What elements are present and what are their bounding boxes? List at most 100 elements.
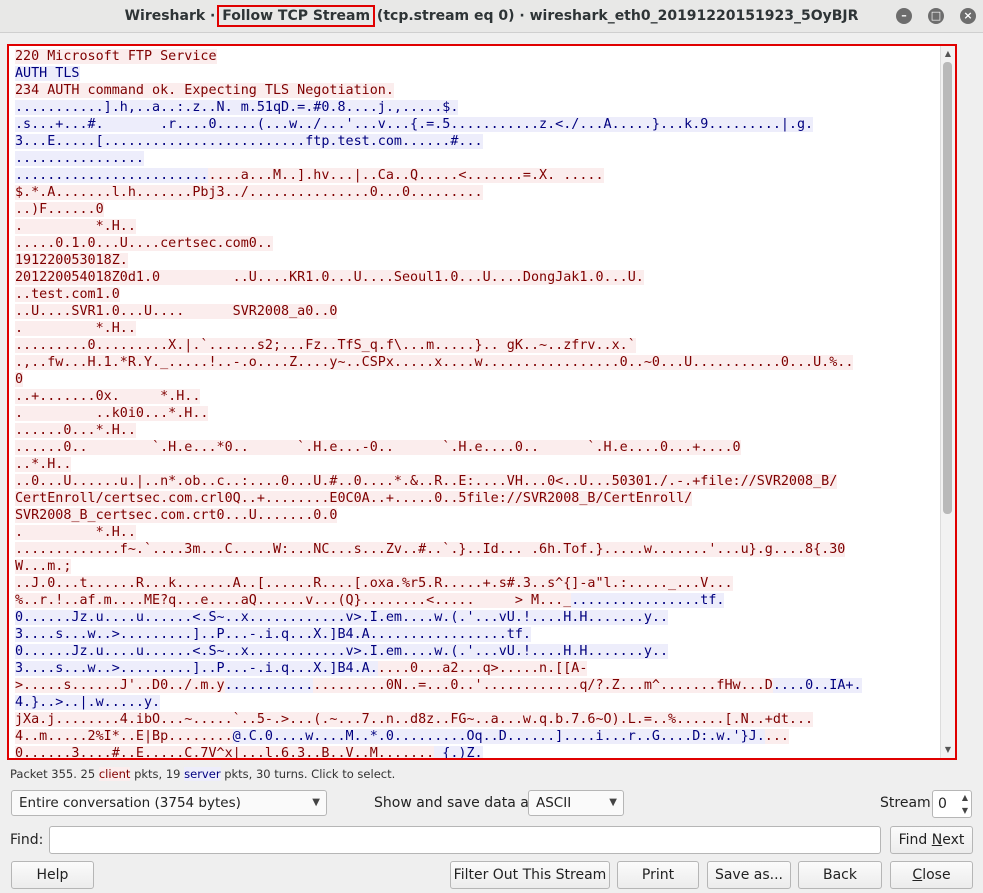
stream-line[interactable]: .....0.1.0...U....certsec.com0.. <box>15 235 937 252</box>
stream-line[interactable]: 0......Jz.u....u......<.S~..x...........… <box>15 609 937 626</box>
client-data-segment: jXa.j........4.ibO...~.....`..5-.>...(.~… <box>15 712 814 727</box>
stream-line[interactable]: %..r.!..af.m....ME?q...e....aQ......v...… <box>15 592 937 609</box>
client-data-segment: SVR2008_B_certsec.com.crt0...U.......0.0 <box>15 508 338 523</box>
stream-line[interactable]: SVR2008_B_certsec.com.crt0...U.......0.0 <box>15 507 937 524</box>
close-button[interactable]: Close <box>890 861 973 889</box>
client-data-segment: CertEnroll/certsec.com.crl0Q..+........E… <box>15 491 693 506</box>
save-as-button[interactable]: Save as... <box>707 861 791 889</box>
show-as-select[interactable]: ASCII ▼ <box>528 790 624 816</box>
stream-line[interactable]: ..U....SVR1.0...U.... SVR2008_a0..0 <box>15 303 937 320</box>
client-data-segment: .....0.1.0...U....certsec.com0.. <box>15 236 273 251</box>
client-data-segment: ..U....SVR1.0...U.... SVR2008_a0..0 <box>15 304 338 319</box>
stream-line[interactable]: 201220054018Z0d1.0 ..U....KR1.0...U....S… <box>15 269 937 286</box>
stream-line[interactable]: 4..m.....2%I*..E|Bp........@.C.0....w...… <box>15 728 937 745</box>
stream-line[interactable]: ................ <box>15 150 937 167</box>
server-data-segment: 3....s...w..>.........]..P...-.i.q...X.]… <box>15 661 378 676</box>
stream-line[interactable]: .,..fw...H.1.*R.Y._.....!..-.o....Z....y… <box>15 354 937 371</box>
filter-out-stream-button[interactable]: Filter Out This Stream <box>450 861 610 889</box>
client-data-segment: ......0.. `.H.e...*0.. `.H.e...-0.. `.H.… <box>15 440 741 455</box>
scroll-up-icon[interactable]: ▲ <box>941 48 955 60</box>
stream-spinbox[interactable]: 0 ▲ ▼ <box>932 790 972 818</box>
packet-info[interactable]: Packet 355. 25 client pkts, 19 server pk… <box>10 767 395 781</box>
stream-line[interactable]: ..+.......0x. *.H.. <box>15 388 937 405</box>
stream-line[interactable]: 234 AUTH command ok. Expecting TLS Negot… <box>15 82 937 99</box>
stream-line[interactable]: 4.}..>..|.w.....y. <box>15 694 937 711</box>
client-data-segment: . *.H.. <box>15 219 136 234</box>
conversation-select-value: Entire conversation (3754 bytes) <box>19 795 241 811</box>
help-button[interactable]: Help <box>11 861 94 889</box>
stream-line[interactable]: 3....s...w..>.........]..P...-.i.q...X.]… <box>15 660 937 677</box>
scroll-thumb[interactable] <box>943 62 952 514</box>
stream-line[interactable]: $.*.A.......l.h.......Pbj3../...........… <box>15 184 937 201</box>
print-button[interactable]: Print <box>617 861 699 889</box>
client-data-segment: ..test.com1.0 <box>15 287 120 302</box>
stream-line[interactable]: 0......Jz.u....u......<.S~..x...........… <box>15 643 937 660</box>
stream-line[interactable]: . *.H.. <box>15 524 937 541</box>
stream-line[interactable]: ..*.H.. <box>15 456 937 473</box>
stream-line[interactable]: jXa.j........4.ibO...~.....`..5-.>...(.~… <box>15 711 937 728</box>
scroll-down-icon[interactable]: ▼ <box>941 744 955 756</box>
stream-line[interactable]: W...m.; <box>15 558 937 575</box>
client-data-segment: 220 Microsoft FTP Service <box>15 49 217 64</box>
stream-line[interactable]: >.....s......J'..D0../.m.y..............… <box>15 677 937 694</box>
stream-line[interactable]: CertEnroll/certsec.com.crl0Q..+........E… <box>15 490 937 507</box>
stream-line[interactable]: ..test.com1.0 <box>15 286 937 303</box>
client-data-segment: ....0...a2...q>.....n.[[A- <box>377 661 588 676</box>
spin-up-icon[interactable]: ▲ <box>962 793 968 802</box>
client-data-segment: $.*.A.......l.h.......Pbj3../...........… <box>15 185 483 200</box>
stream-line[interactable]: ......0.. `.H.e...*0.. `.H.e...-0.. `.H.… <box>15 439 937 456</box>
vertical-scrollbar[interactable]: ▲ ▼ <box>940 46 955 758</box>
client-data-segment: ..+.......0x. *.H.. <box>15 389 201 404</box>
stream-content-pane[interactable]: 220 Microsoft FTP Service AUTH TLS 234 AUT… <box>7 44 957 760</box>
window-title: Wireshark · Follow TCP Stream (tcp.strea… <box>0 0 983 32</box>
find-next-label-pre: Find <box>898 832 932 848</box>
minimize-icon[interactable]: – <box>896 8 912 24</box>
stream-line[interactable]: ......0...*.H.. <box>15 422 937 439</box>
client-data-segment: .,..fw...H.1.*R.Y._.....!..-.o....Z....y… <box>15 355 854 370</box>
close-icon[interactable]: × <box>960 8 976 24</box>
client-data-segment: ..)F......0 <box>15 202 104 217</box>
server-data-segment: AUTH TLS <box>15 66 80 81</box>
stream-line[interactable]: 3...E.....[.........................ftp.… <box>15 133 937 150</box>
stream-line[interactable]: .............f~.`....3m...C.....W:...NC.… <box>15 541 937 558</box>
client-data-segment: ....a...M..].hv...|..Ca..Q.....<.......=… <box>208 168 604 183</box>
client-data-segment: 0 <box>15 372 24 387</box>
stream-line[interactable]: ..0...U......u.|..n*.ob..c..:....0...U.#… <box>15 473 937 490</box>
stream-line[interactable]: .........0.........X.|.`......s2;...Fz..… <box>15 337 937 354</box>
stream-text[interactable]: 220 Microsoft FTP Service AUTH TLS 234 AUT… <box>15 48 937 758</box>
title-bar: Wireshark · Follow TCP Stream (tcp.strea… <box>0 0 983 33</box>
server-data-segment: 4.}..>..|.w.....y. <box>15 695 161 710</box>
stream-line[interactable]: .s...+...#. .r....0.....(...w../...'...v… <box>15 116 937 133</box>
back-button[interactable]: Back <box>798 861 882 889</box>
client-data-segment: .........0.........X.|.`......s2;...Fz..… <box>15 338 636 353</box>
server-data-segment: ........................ <box>15 168 209 183</box>
packet-info-suffix: pkts, 30 turns. Click to select. <box>220 767 396 781</box>
stream-line[interactable]: 220 Microsoft FTP Service <box>15 48 937 65</box>
stream-line[interactable]: . *.H.. <box>15 218 937 235</box>
stream-line[interactable]: AUTH TLS <box>15 65 937 82</box>
title-prefix: Wireshark · <box>124 8 221 24</box>
stream-line[interactable]: ..J.0...t......R...k.......A..[......R..… <box>15 575 937 592</box>
stream-line[interactable]: . *.H.. <box>15 320 937 337</box>
stream-label: Stream <box>880 795 931 811</box>
stream-line[interactable]: 0 <box>15 371 937 388</box>
server-data-segment: ........... <box>224 678 314 693</box>
client-data-segment: 4..m.....2%I*..E|Bp........ <box>15 729 233 744</box>
client-data-segment: .........0N..=...0..'............q/?.Z..… <box>313 678 773 693</box>
conversation-select[interactable]: Entire conversation (3754 bytes) ▼ <box>11 790 327 816</box>
stream-line[interactable]: . ..k0i0...*.H.. <box>15 405 937 422</box>
title-highlight: Follow TCP Stream <box>217 5 376 27</box>
stream-line[interactable]: ............................a...M..].hv.… <box>15 167 937 184</box>
stream-line[interactable]: 0......3....#..E.....C.7V^x|...l.6.3..B.… <box>15 745 937 758</box>
spin-down-icon[interactable]: ▼ <box>962 806 968 815</box>
server-data-segment: 0......Jz.u....u......<.S~..x...........… <box>15 644 669 659</box>
find-next-button[interactable]: Find Next <box>890 826 973 854</box>
chevron-down-icon: ▼ <box>609 797 617 808</box>
stream-line[interactable]: ...........].h,..a..:.z..N. m.51qD.=.#0.… <box>15 99 937 116</box>
show-as-select-value: ASCII <box>536 795 572 811</box>
stream-line[interactable]: 3....s...w..>.........]..P...-.i.q...X.]… <box>15 626 937 643</box>
stream-line[interactable]: 191220053018Z. <box>15 252 937 269</box>
find-input[interactable] <box>49 826 881 854</box>
maximize-icon[interactable]: □ <box>928 8 944 24</box>
stream-line[interactable]: ..)F......0 <box>15 201 937 218</box>
